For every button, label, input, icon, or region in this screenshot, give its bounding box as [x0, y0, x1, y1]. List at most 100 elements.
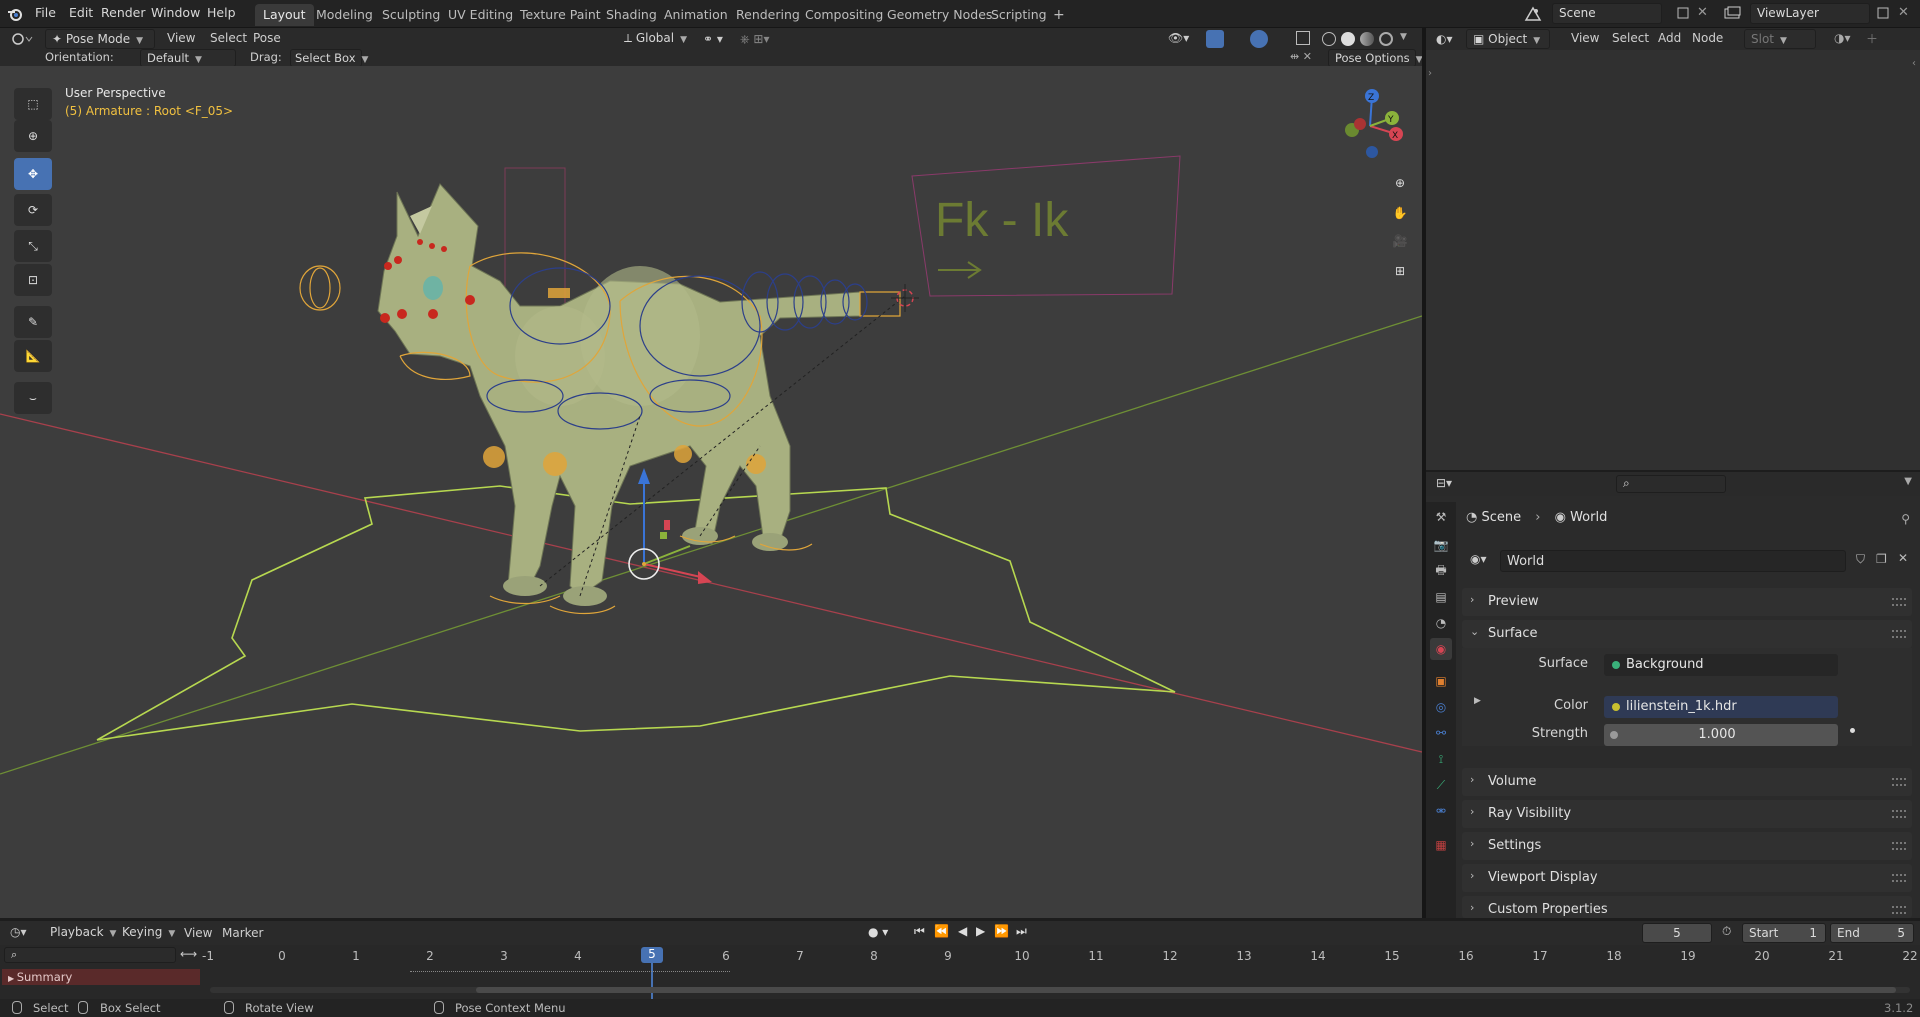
- menu-help[interactable]: Help: [207, 5, 236, 20]
- shading-solid-icon[interactable]: [1341, 32, 1355, 46]
- properties-options-icon[interactable]: ▼: [1904, 476, 1912, 487]
- fake-user-icon[interactable]: ⛉: [1856, 552, 1865, 567]
- duplicate-world-icon[interactable]: ❐: [1876, 552, 1887, 566]
- orientation-value-selector[interactable]: Default ▼: [140, 49, 236, 67]
- mode-selector[interactable]: ✦ Pose Mode ▼: [45, 29, 155, 49]
- panel-ray-visibility[interactable]: › Ray Visibility: [1462, 800, 1912, 828]
- tab-sculpting[interactable]: Sculpting: [374, 4, 448, 26]
- breadcrumb-world[interactable]: World: [1570, 510, 1607, 525]
- jump-keyframe-forward-icon[interactable]: ⏩: [994, 924, 1009, 938]
- new-view-layer-icon[interactable]: [1876, 6, 1890, 20]
- new-scene-icon[interactable]: [1676, 6, 1690, 20]
- jump-end-icon[interactable]: ⏭: [1016, 924, 1027, 939]
- scene-selector[interactable]: Scene: [1552, 3, 1662, 24]
- perspective-toggle-icon[interactable]: ⊞: [1386, 258, 1414, 284]
- end-frame-field[interactable]: End 5: [1830, 923, 1914, 943]
- new-material-icon[interactable]: ＋: [1866, 30, 1878, 47]
- record-icon[interactable]: ● ▾: [868, 925, 888, 939]
- viewport-gizmo-toggle-icon[interactable]: 👁▾: [1168, 31, 1189, 45]
- color-expand-icon[interactable]: ▶: [1474, 696, 1481, 706]
- tool-transform[interactable]: ⊡: [14, 264, 52, 296]
- timeline-search-input[interactable]: ⌕: [4, 947, 176, 963]
- tool-rotate[interactable]: ⟳: [14, 194, 52, 226]
- blender-logo-icon[interactable]: [7, 6, 23, 22]
- tab-rendering[interactable]: Rendering: [728, 4, 808, 26]
- shading-material-icon[interactable]: [1360, 32, 1374, 46]
- shading-wireframe-icon[interactable]: [1322, 32, 1336, 46]
- frame-ruler[interactable]: -1 0 1 2 3 4 6 7 8 9 10 11 12 13 14 15 16 17 18 19 20 21 22: [200, 945, 1920, 965]
- zoom-icon[interactable]: ⊕: [1386, 170, 1414, 196]
- panel-volume[interactable]: › Volume: [1462, 768, 1912, 796]
- transform-orientation-selector[interactable]: ⟂ Global ▼: [618, 29, 692, 49]
- jump-start-icon[interactable]: ⏮: [914, 924, 925, 939]
- snap-icon[interactable]: ⎈ ⊞▾: [740, 32, 770, 47]
- tool-select-box[interactable]: ⬚: [14, 88, 52, 120]
- start-frame-field[interactable]: Start 1: [1742, 923, 1826, 943]
- world-name-field[interactable]: World: [1500, 550, 1846, 572]
- pin-icon[interactable]: ⚲: [1901, 512, 1910, 526]
- strength-keyframe-icon[interactable]: [1850, 728, 1855, 733]
- breadcrumb-scene[interactable]: Scene: [1481, 510, 1521, 525]
- tab-view-layer-icon[interactable]: ▤: [1430, 586, 1452, 608]
- viewport-menu-select[interactable]: Select: [210, 31, 247, 45]
- tab-data-icon[interactable]: ⟟: [1430, 748, 1452, 770]
- panel-settings[interactable]: › Settings: [1462, 832, 1912, 860]
- tab-scripting[interactable]: Scripting: [983, 4, 1055, 26]
- preview-range-icon[interactable]: ⏱: [1722, 924, 1731, 939]
- tab-layout[interactable]: Layout: [255, 4, 314, 26]
- tab-output-icon[interactable]: 🖶: [1430, 560, 1452, 582]
- panel-viewport-display[interactable]: › Viewport Display: [1462, 864, 1912, 892]
- tab-tool-icon[interactable]: ⚒: [1430, 506, 1452, 528]
- tab-texture-icon[interactable]: ▦: [1430, 834, 1452, 856]
- properties-editor-type-icon[interactable]: ⊟▾: [1436, 476, 1452, 490]
- tab-world-icon[interactable]: ◉: [1430, 638, 1452, 660]
- timeline-menu-view[interactable]: View: [184, 926, 212, 940]
- tool-cursor[interactable]: ⊕: [14, 120, 52, 152]
- view-layer-icon[interactable]: [1724, 6, 1742, 20]
- menu-render[interactable]: Render: [101, 5, 146, 20]
- menu-edit[interactable]: Edit: [69, 5, 93, 20]
- add-workspace-button[interactable]: +: [1045, 4, 1073, 26]
- tab-uv-editing[interactable]: UV Editing: [440, 4, 521, 26]
- surface-shader-selector[interactable]: Background: [1604, 654, 1838, 676]
- play-reverse-icon[interactable]: ◀: [958, 924, 967, 938]
- tab-object-icon[interactable]: ▣: [1430, 670, 1452, 692]
- drag-value-selector[interactable]: Select Box ▼: [290, 49, 368, 67]
- summary-row[interactable]: ▶ Summary: [2, 969, 200, 985]
- tool-bone-envelope[interactable]: ⌣: [14, 382, 52, 414]
- jump-keyframe-back-icon[interactable]: ⏪: [934, 924, 949, 938]
- node-tools-toggle-icon[interactable]: ›: [1428, 68, 1432, 79]
- node-menu-add[interactable]: Add: [1658, 31, 1681, 45]
- viewport-menu-view[interactable]: View: [167, 31, 195, 45]
- editor-type-icon[interactable]: [12, 32, 34, 46]
- panel-preview[interactable]: › Preview: [1462, 588, 1912, 616]
- delete-view-layer-icon[interactable]: ✕: [1898, 5, 1909, 20]
- tab-modeling[interactable]: Modeling: [308, 4, 381, 26]
- slot-selector[interactable]: Slot ▼: [1744, 29, 1816, 49]
- strength-slider[interactable]: 1.000: [1604, 724, 1838, 746]
- node-menu-select[interactable]: Select: [1612, 31, 1649, 45]
- tab-bone-icon[interactable]: ⟋: [1430, 774, 1452, 796]
- panel-surface[interactable]: ⌄ Surface: [1462, 620, 1912, 648]
- node-editor-type-icon[interactable]: ◐▾: [1436, 32, 1453, 46]
- properties-search-input[interactable]: ⌕: [1616, 475, 1726, 493]
- shading-options-icon[interactable]: ▼: [1400, 32, 1407, 42]
- shader-node-editor[interactable]: ◐▾ ▣ Object ▼ View Select Add Node Slot ▼ …: [1426, 28, 1920, 470]
- tool-measure[interactable]: 📐: [14, 340, 52, 372]
- delete-scene-icon[interactable]: ✕: [1697, 5, 1708, 20]
- keying-menu[interactable]: Keying ▼: [116, 923, 181, 943]
- unlink-world-icon[interactable]: ✕: [1898, 551, 1908, 565]
- pivot-icon[interactable]: ⚭ ▾: [703, 32, 723, 46]
- pose-options-button[interactable]: Pose Options ▼: [1328, 49, 1423, 67]
- overlay-toggle-icon[interactable]: [1250, 30, 1268, 48]
- tab-physics-icon[interactable]: ◎: [1430, 696, 1452, 718]
- node-object-type-selector[interactable]: ▣ Object ▼: [1466, 29, 1550, 49]
- timeline-scrollbar[interactable]: [210, 987, 1910, 993]
- color-texture-field[interactable]: lilienstein_1k.hdr: [1604, 696, 1838, 718]
- tab-compositing[interactable]: Compositing: [797, 4, 891, 26]
- xray-toggle-icon[interactable]: [1296, 31, 1310, 45]
- material-sphere-icon[interactable]: ◑▾: [1834, 31, 1851, 45]
- current-frame-field[interactable]: 5: [1642, 923, 1712, 943]
- tab-bone-constraints-icon[interactable]: ⚮: [1430, 800, 1452, 822]
- tab-animation[interactable]: Animation: [656, 4, 736, 26]
